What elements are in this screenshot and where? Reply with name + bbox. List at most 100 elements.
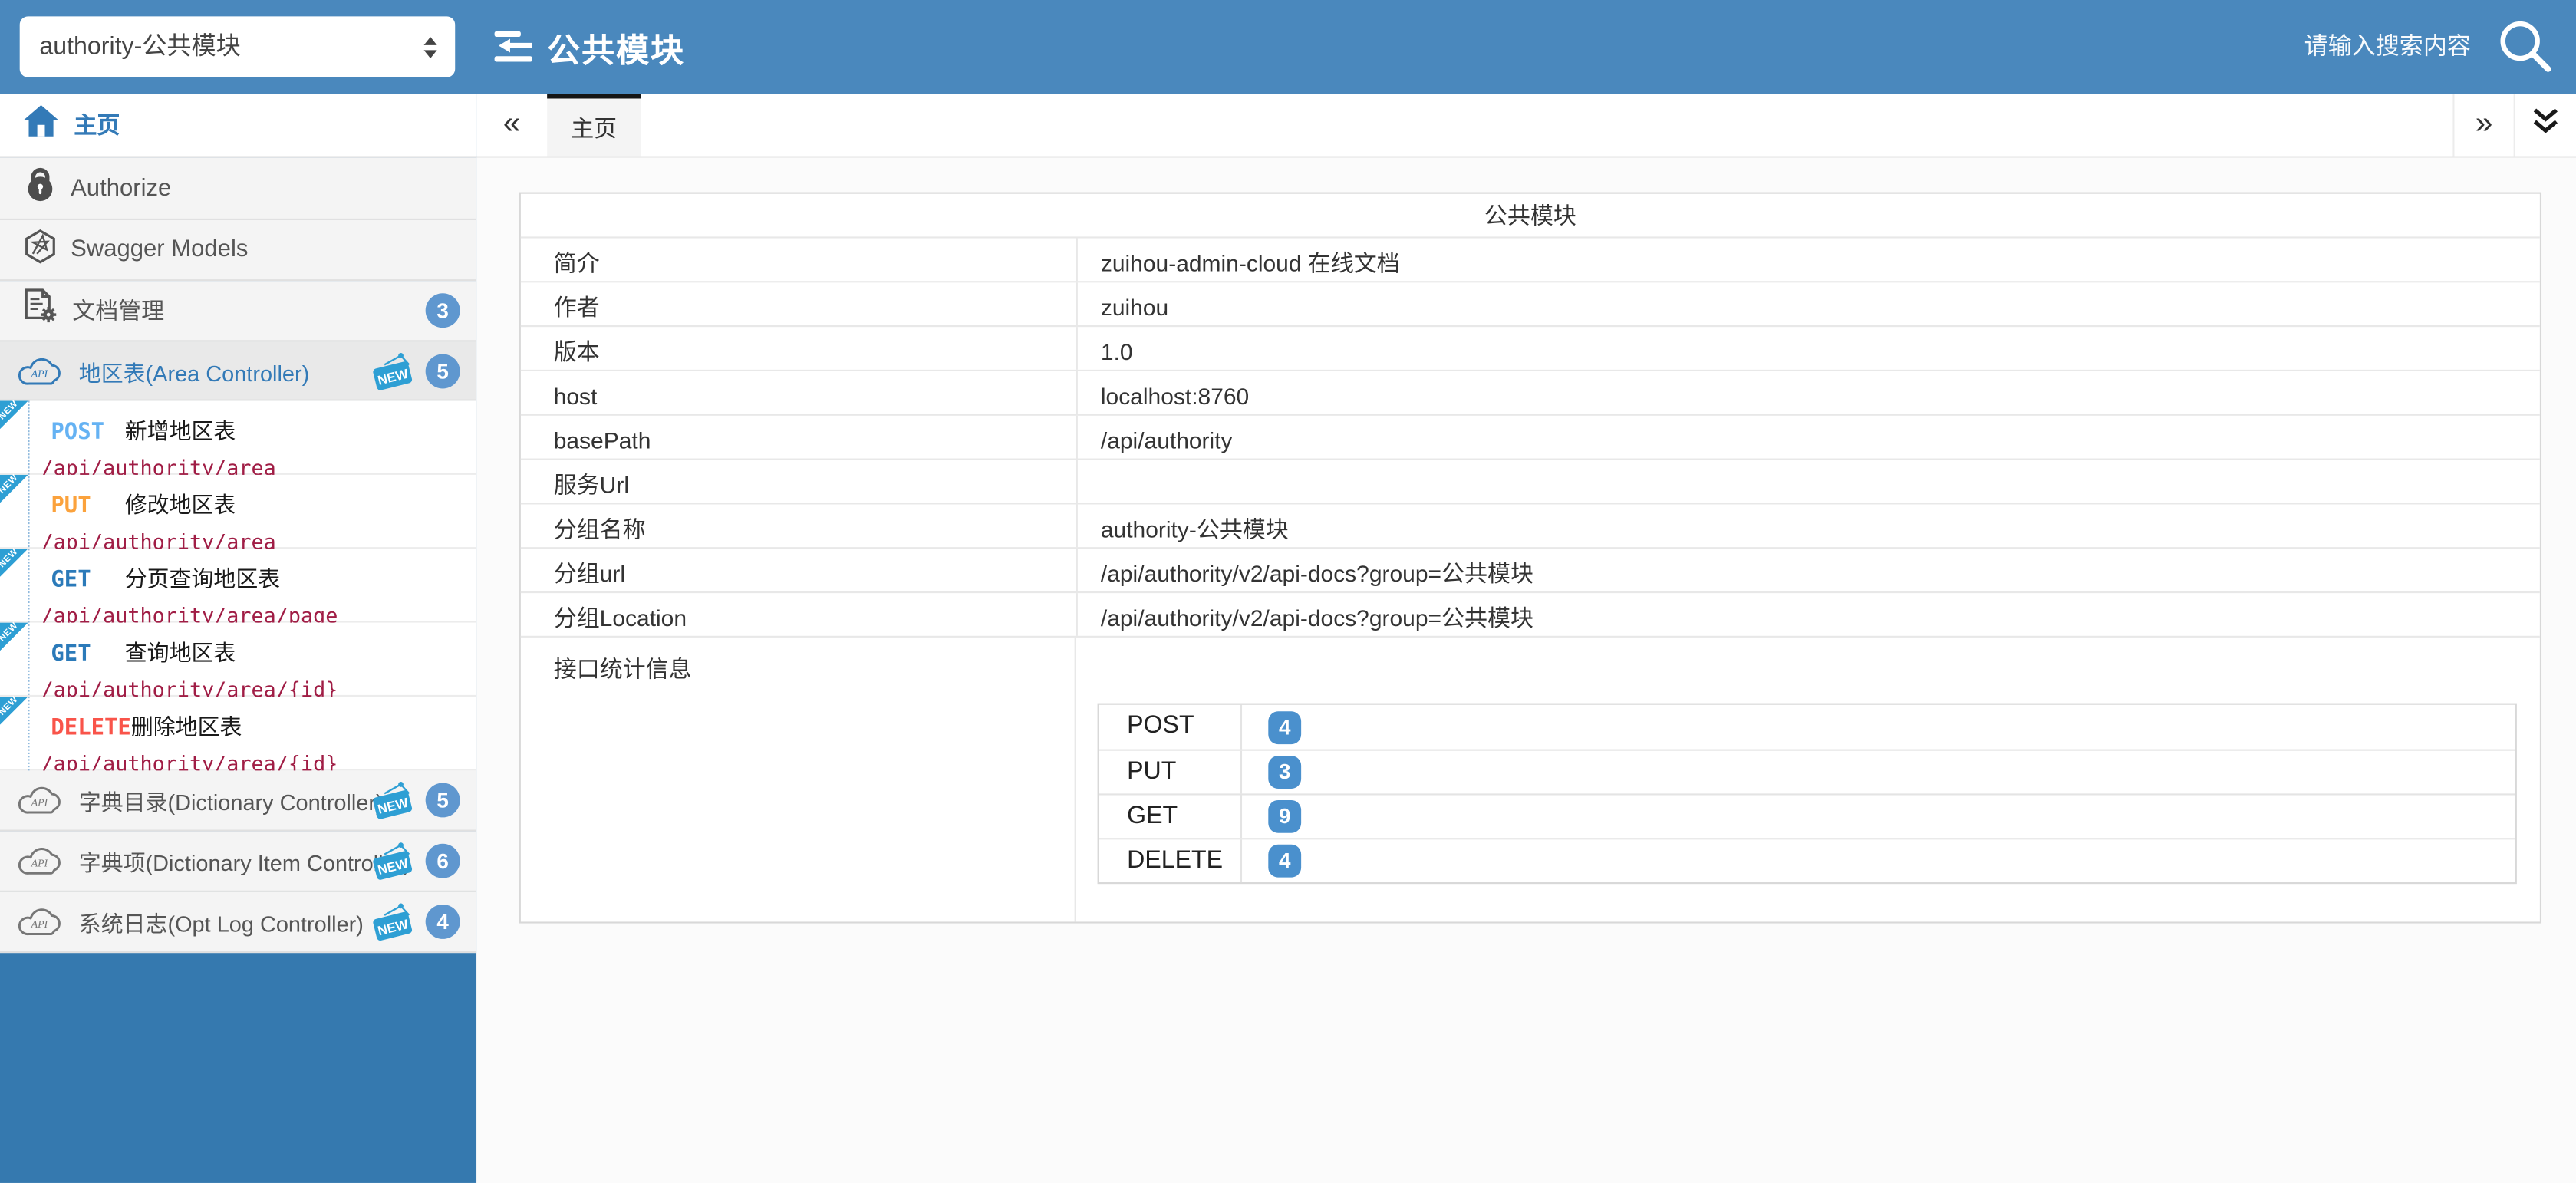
home-icon bbox=[23, 104, 59, 147]
search-button[interactable] bbox=[2494, 16, 2556, 78]
module-info-table: 公共模块 简介zuihou-admin-cloud 在线文档作者zuihou版本… bbox=[519, 193, 2541, 924]
controller-label: 字典项(Dictionary Item Controller) bbox=[79, 845, 410, 878]
search-input[interactable] bbox=[2175, 0, 2470, 94]
new-badge-icon: NEW bbox=[371, 780, 414, 819]
tabs-scroll-left-button[interactable]: « bbox=[476, 94, 547, 156]
row-value: /api/authority/v2/api-docs?group=公共模块 bbox=[1078, 593, 2540, 636]
endpoint-item[interactable]: NEWPOST新增地区表/api/authority/area bbox=[0, 401, 476, 475]
row-label: host bbox=[521, 371, 1078, 414]
endpoint-title: 查询地区表 bbox=[125, 641, 236, 665]
sidebar-item-label: Authorize bbox=[71, 175, 171, 201]
sidebar-item-controller[interactable]: API 系统日志(Opt Log Controller) NEW 4 bbox=[0, 892, 476, 953]
new-ribbon-label: NEW bbox=[0, 471, 22, 498]
app-logo-icon bbox=[492, 28, 535, 75]
page-title: 公共模块 bbox=[547, 23, 685, 71]
stats-count-cell: 3 bbox=[1242, 751, 2515, 794]
row-value: zuihou-admin-cloud 在线文档 bbox=[1078, 239, 2540, 282]
sidebar-item-label: 文档管理 bbox=[72, 294, 164, 327]
top-header: authority-公共模块 公共模块 bbox=[0, 0, 2576, 94]
endpoint-title: 新增地区表 bbox=[125, 419, 236, 443]
sidebar-item-controller[interactable]: API 字典目录(Dictionary Controller) NEW 5 bbox=[0, 770, 476, 831]
stats-method: GET bbox=[1099, 796, 1242, 839]
table-row: 简介zuihou-admin-cloud 在线文档 bbox=[521, 239, 2540, 283]
tab-bar: « 主页 » bbox=[476, 94, 2576, 158]
row-label: 作者 bbox=[521, 282, 1078, 325]
table-row: 服务Url bbox=[521, 460, 2540, 505]
count-badge: 4 bbox=[426, 905, 460, 939]
endpoint-list: NEWPOST新增地区表/api/authority/areaNEWPUT修改地… bbox=[0, 401, 476, 771]
stats-count-cell: 4 bbox=[1242, 839, 2515, 882]
endpoint-method-label: PUT bbox=[51, 493, 124, 519]
endpoint-method-label: GET bbox=[51, 641, 124, 667]
new-badge-icon: NEW bbox=[371, 841, 414, 880]
stats-count-badge: 4 bbox=[1268, 845, 1301, 878]
row-label: 分组Location bbox=[521, 593, 1078, 636]
main-area: « 主页 » 公共模块 简介zuihou-admin-cloud 在线文档作者z… bbox=[476, 94, 2576, 1183]
new-badge-icon: NEW bbox=[371, 351, 414, 390]
doc-manage-icon bbox=[23, 288, 59, 334]
method-stats-table: POST4PUT3GET9DELETE4 bbox=[1098, 704, 2517, 885]
endpoint-header: GET查询地区表 bbox=[51, 634, 476, 669]
sidebar-item-label: 主页 bbox=[74, 108, 120, 141]
collapse-tabs-button[interactable] bbox=[2515, 94, 2576, 156]
new-ribbon-label: NEW bbox=[0, 693, 22, 720]
new-ribbon: NEW bbox=[0, 401, 28, 429]
row-label: basePath bbox=[521, 416, 1078, 459]
endpoint-item[interactable]: NEWGET查询地区表/api/authority/area/{id} bbox=[0, 623, 476, 697]
tab-home[interactable]: 主页 bbox=[547, 94, 641, 156]
endpoint-method-label: POST bbox=[51, 419, 124, 445]
search-icon bbox=[2495, 56, 2555, 81]
row-label: 接口统计信息 bbox=[521, 638, 1076, 921]
new-ribbon: NEW bbox=[0, 623, 28, 651]
stats-count-badge: 9 bbox=[1268, 800, 1301, 833]
api-cloud-icon: API bbox=[16, 354, 64, 387]
table-row: 版本1.0 bbox=[521, 327, 2540, 371]
content-area: 公共模块 简介zuihou-admin-cloud 在线文档作者zuihou版本… bbox=[476, 158, 2576, 1183]
stats-method: POST bbox=[1099, 705, 1242, 750]
controller-label: 地区表(Area Controller) bbox=[79, 354, 309, 387]
endpoint-header: POST新增地区表 bbox=[51, 413, 476, 447]
sidebar-item-label: Swagger Models bbox=[71, 236, 248, 262]
sidebar-item-area-controller[interactable]: API 地区表(Area Controller) NEW 5 bbox=[0, 341, 476, 400]
svg-text:API: API bbox=[31, 797, 49, 809]
double-chevron-down-icon bbox=[2530, 107, 2561, 143]
api-cloud-icon: API bbox=[16, 845, 64, 878]
table-title: 公共模块 bbox=[521, 194, 2540, 239]
table-row: 分组url/api/authority/v2/api-docs?group=公共… bbox=[521, 549, 2540, 593]
endpoint-title: 修改地区表 bbox=[125, 493, 236, 517]
sidebar-item-home[interactable]: 主页 bbox=[0, 94, 476, 158]
endpoint-header: GET分页查询地区表 bbox=[51, 560, 476, 595]
sidebar-item-controller[interactable]: API 字典项(Dictionary Item Controller) NEW … bbox=[0, 832, 476, 892]
row-value: zuihou bbox=[1078, 282, 2540, 325]
tabs-scroll-right-button[interactable]: » bbox=[2452, 94, 2515, 156]
svg-text:API: API bbox=[31, 858, 49, 870]
controller-list: API 字典目录(Dictionary Controller) NEW 5 AP… bbox=[0, 770, 476, 953]
sidebar-item-doc-manage[interactable]: 文档管理 3 bbox=[0, 281, 476, 341]
endpoint-item[interactable]: NEWDELETE删除地区表/api/authority/area/{id} bbox=[0, 697, 476, 770]
api-cloud-icon: API bbox=[16, 784, 64, 817]
row-value: 1.0 bbox=[1078, 327, 2540, 370]
sidebar-item-swagger-models[interactable]: Swagger Models bbox=[0, 220, 476, 281]
table-row-stats: 接口统计信息 POST4PUT3GET9DELETE4 bbox=[521, 638, 2540, 921]
new-ribbon-label: NEW bbox=[0, 545, 22, 572]
new-ribbon-label: NEW bbox=[0, 397, 22, 424]
row-label: 分组url bbox=[521, 549, 1078, 592]
count-badge: 6 bbox=[426, 844, 460, 878]
row-value: /api/authority/v2/api-docs?group=公共模块 bbox=[1078, 549, 2540, 592]
new-ribbon: NEW bbox=[0, 475, 28, 503]
endpoint-item[interactable]: NEWGET分页查询地区表/api/authority/area/page bbox=[0, 549, 476, 622]
row-label: 版本 bbox=[521, 327, 1078, 370]
new-ribbon-label: NEW bbox=[0, 619, 22, 646]
sidebar: 主页 Authorize Swagger Models bbox=[0, 94, 476, 1183]
table-row: hostlocalhost:8760 bbox=[521, 371, 2540, 416]
count-badge: 5 bbox=[426, 783, 460, 817]
table-row: 作者zuihou bbox=[521, 282, 2540, 327]
endpoint-item[interactable]: NEWPUT修改地区表/api/authority/area bbox=[0, 475, 476, 549]
endpoint-title: 删除地区表 bbox=[131, 715, 242, 740]
stats-row: GET 9 bbox=[1099, 793, 2515, 838]
endpoint-header: DELETE删除地区表 bbox=[51, 708, 476, 743]
group-select[interactable]: authority-公共模块 bbox=[20, 16, 456, 77]
table-row: basePath/api/authority bbox=[521, 416, 2540, 460]
stats-row: DELETE4 bbox=[1099, 838, 2515, 882]
sidebar-item-authorize[interactable]: Authorize bbox=[0, 158, 476, 220]
